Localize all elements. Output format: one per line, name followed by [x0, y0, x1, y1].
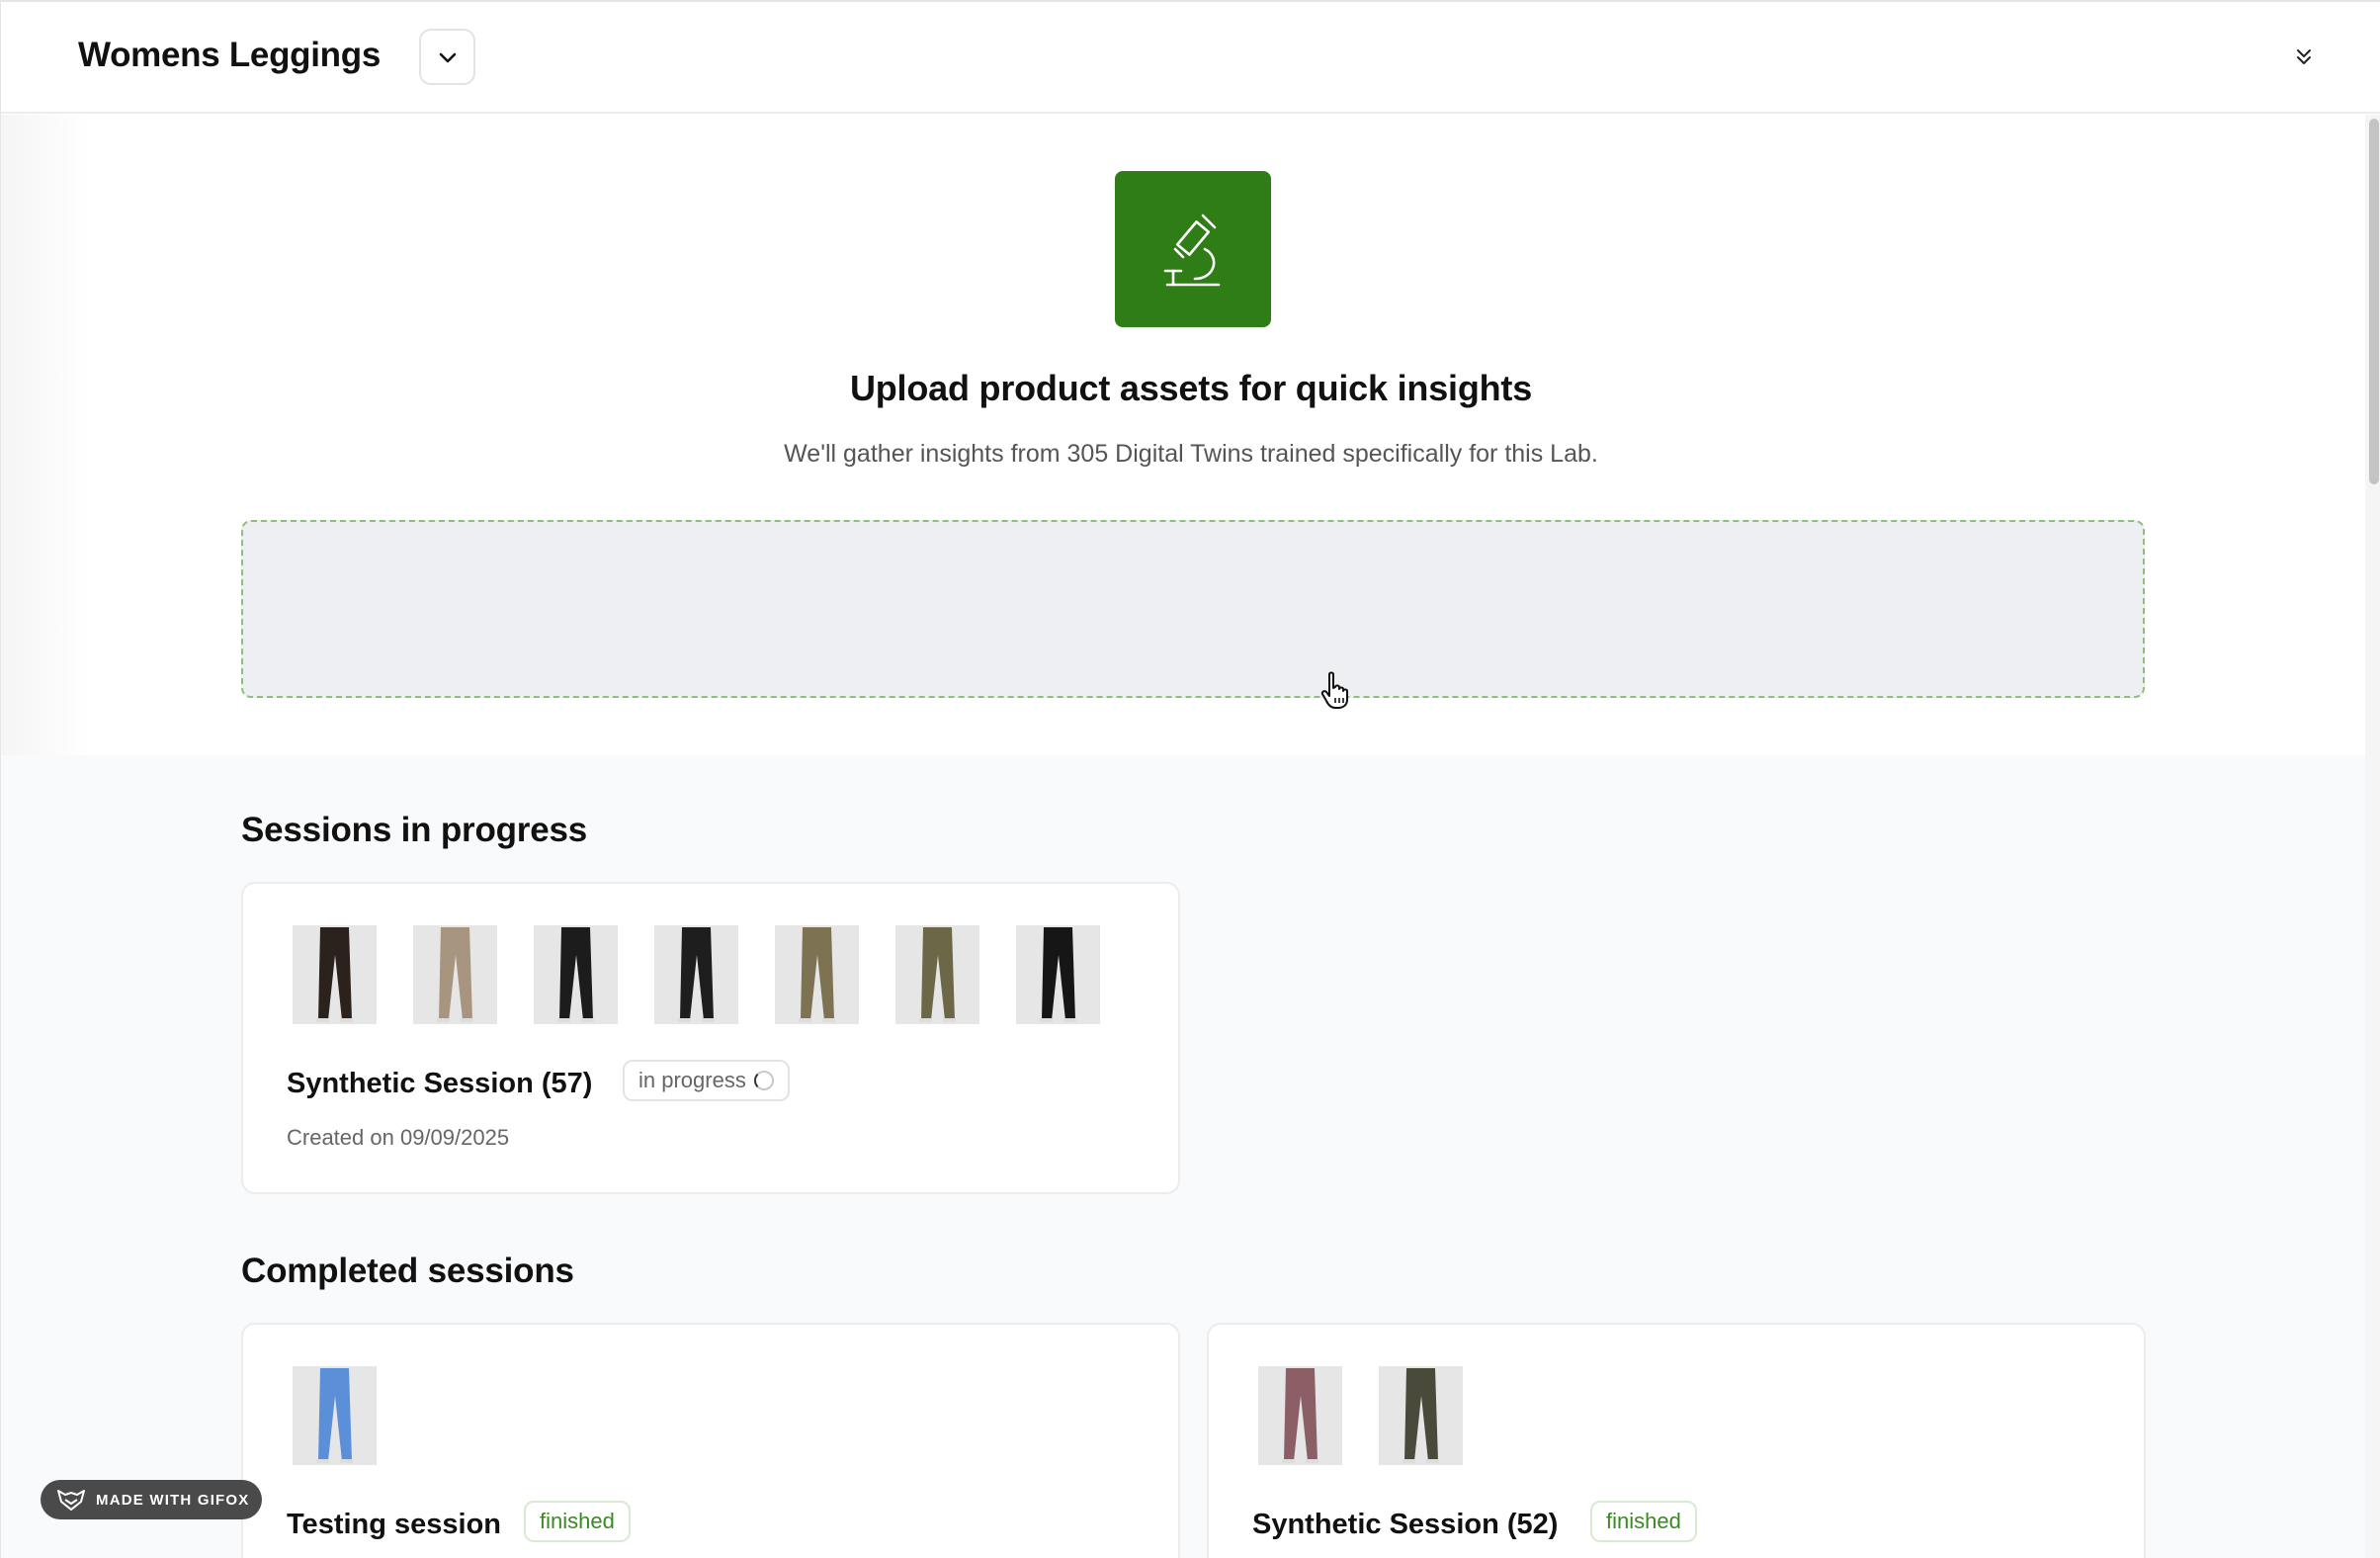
status-badge: finished — [524, 1501, 631, 1542]
product-thumbnail — [1379, 1366, 1463, 1465]
page-title: Womens Leggings — [78, 36, 381, 74]
hero-title: Upload product assets for quick insights — [849, 368, 1533, 408]
status-label: finished — [1606, 1509, 1681, 1533]
status-badge: finished — [1590, 1501, 1697, 1542]
session-name: Testing session — [287, 1509, 502, 1540]
sessions-in-progress-heading: Sessions in progress — [241, 811, 588, 849]
collapse-button[interactable] — [2284, 38, 2324, 77]
product-thumbnail — [775, 925, 859, 1024]
title-dropdown-button[interactable] — [419, 29, 475, 85]
double-chevron-down-icon — [2297, 49, 2311, 64]
session-card-completed-2[interactable]: Synthetic Session (52) finished — [1207, 1323, 2146, 1558]
watermark-label: MADE WITH GIFOX — [96, 1491, 250, 1509]
product-thumbnail — [895, 925, 979, 1024]
fox-logo-icon — [57, 1490, 85, 1511]
created-date: Created on 09/09/2025 — [287, 1125, 510, 1150]
spinner-icon — [753, 1071, 774, 1090]
product-thumbnail — [1016, 925, 1100, 1024]
sessions-area: Sessions in progress Synthetic Session (… — [1, 755, 2365, 1558]
status-label: finished — [540, 1509, 615, 1533]
session-name: Synthetic Session (52) — [1252, 1509, 1559, 1540]
hand-pointer-cursor-icon — [1320, 671, 1348, 709]
hero-icon-tile — [1115, 171, 1271, 327]
product-thumbnail — [293, 1366, 377, 1465]
product-thumbnail — [654, 925, 738, 1024]
hero-subtitle: We'll gather insights from 305 Digital T… — [784, 440, 1598, 468]
upload-dropzone[interactable] — [241, 520, 2145, 698]
status-label: in progress — [638, 1068, 746, 1092]
microscope-icon — [1163, 214, 1221, 287]
session-name: Synthetic Session (57) — [287, 1068, 593, 1099]
chevron-down-icon — [439, 52, 456, 62]
product-thumbnail — [534, 925, 618, 1024]
product-thumbnail — [1258, 1366, 1342, 1465]
session-card-in-progress[interactable]: Synthetic Session (57) in progress Creat… — [241, 882, 1180, 1194]
product-thumbnail — [293, 925, 377, 1024]
completed-sessions-heading: Completed sessions — [241, 1252, 574, 1290]
product-thumbnail — [413, 925, 497, 1024]
gifox-watermark: MADE WITH GIFOX — [41, 1480, 262, 1519]
status-badge: in progress — [623, 1060, 790, 1101]
app-window: Womens Leggings Upload product assets fo… — [0, 0, 2380, 1558]
page-header: Womens Leggings — [1, 2, 2380, 114]
scrollbar-thumb[interactable] — [2369, 119, 2379, 484]
session-card-completed-1[interactable]: Testing session finished — [241, 1323, 1180, 1558]
